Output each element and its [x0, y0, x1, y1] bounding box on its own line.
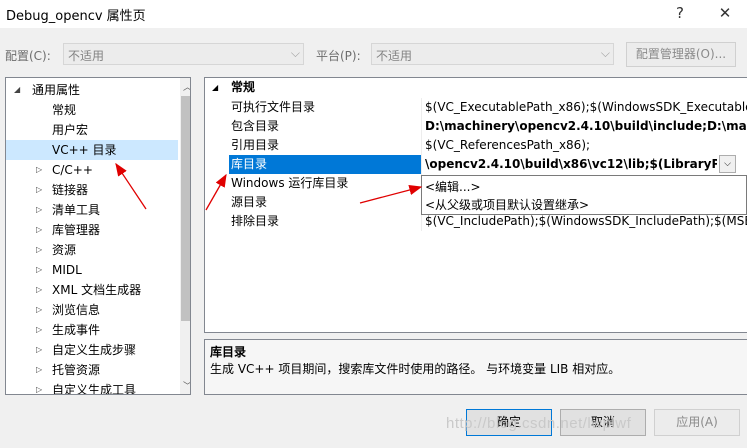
tree-item-label: XML 文档生成器 — [52, 283, 142, 297]
dropdown-button[interactable]: ⌵ — [719, 155, 736, 173]
tree-item[interactable]: ▷ 库管理器 — [6, 220, 178, 240]
grid-row[interactable]: 包含目录 D:\machinery\opencv2.4.10\build\incl… — [205, 117, 747, 136]
tree-item-label: MIDL — [52, 263, 82, 277]
grid-row[interactable]: 库目录 \opencv2.4.10\build\x86\vc12\lib;$(Li… — [205, 155, 747, 174]
property-value[interactable]: $(VC_ExecutablePath_x86);$(WindowsSDK_Ex… — [425, 98, 747, 117]
tree-item-label: 资源 — [52, 243, 77, 257]
property-name: 源目录 — [231, 195, 268, 209]
tree-item-label: VC++ 目录 — [52, 143, 117, 157]
tree-item[interactable]: 常规 — [6, 100, 178, 120]
tree-item[interactable]: ▷ 自定义生成步骤 — [6, 340, 178, 360]
expand-icon[interactable]: ▷ — [36, 360, 42, 380]
property-name: 可执行文件目录 — [231, 100, 316, 114]
expand-icon[interactable]: ▷ — [36, 340, 42, 360]
expand-icon[interactable]: ▷ — [36, 260, 42, 280]
chevron-down-icon: ⌵ — [600, 46, 610, 60]
watermark: http://blog.csdn.net/lwplwf — [446, 415, 632, 432]
scroll-down-icon[interactable]: ﹀ — [183, 379, 190, 392]
column-divider — [421, 117, 422, 136]
grid-row[interactable]: 可执行文件目录 $(VC_ExecutablePath_x86);$(Window… — [205, 98, 747, 117]
tree-item-label: 自定义生成工具 — [52, 383, 137, 395]
tree-item-label: 托管资源 — [52, 363, 101, 377]
tree-item-label: C/C++ — [52, 163, 93, 177]
expand-icon[interactable]: ▷ — [36, 200, 42, 220]
window-title: Debug_opencv 属性页 — [6, 9, 146, 24]
section-title: 常规 — [231, 80, 256, 94]
tree-item-label: 生成事件 — [52, 323, 101, 337]
expand-icon[interactable]: ▷ — [36, 320, 42, 340]
tree-item[interactable]: VC++ 目录 — [6, 140, 178, 160]
value-dropdown: <编辑...> <从父级或项目默认设置继承> — [421, 175, 747, 215]
apply-button[interactable]: 应用(A) — [654, 409, 740, 436]
tree-item-label: 通用属性 — [32, 83, 81, 97]
config-select[interactable]: 不适用 ⌵ — [63, 43, 304, 65]
column-divider — [421, 98, 422, 117]
tree-item[interactable]: ▷ MIDL — [6, 260, 178, 280]
collapse-icon[interactable]: ◢ — [212, 78, 218, 97]
chevron-down-icon: ⌵ — [724, 159, 731, 169]
description-panel: 库目录 生成 VC++ 项目期间，搜索库文件时使用的路径。 与环境变量 LIB … — [204, 339, 747, 395]
tree-item[interactable]: ▷ 生成事件 — [6, 320, 178, 340]
expand-icon[interactable]: ▷ — [36, 380, 42, 394]
expand-icon[interactable]: ▷ — [36, 280, 42, 300]
tree-item[interactable]: ▷ 自定义生成工具 — [6, 380, 178, 395]
expand-icon[interactable]: ▷ — [36, 300, 42, 320]
property-tree[interactable]: ◢ 通用属性常规用户宏 VC++ 目录 ▷ C/C++ ▷ 链接器 ▷ 清单工具 ▷ 库管理器 ▷ 资源… — [5, 77, 191, 395]
property-value[interactable]: \opencv2.4.10\build\x86\vc12\lib;$(Libra… — [425, 155, 717, 174]
platform-label: 平台(P): — [316, 49, 361, 63]
column-divider — [421, 136, 422, 155]
platform-select[interactable]: 不适用 ⌵ — [371, 43, 614, 65]
close-button[interactable]: ✕ — [706, 0, 744, 28]
dropdown-item-inherit[interactable]: <从父级或项目默认设置继承> — [425, 196, 589, 213]
tree-item-label: 链接器 — [52, 183, 89, 197]
tree-item[interactable]: ▷ 资源 — [6, 240, 178, 260]
collapse-icon[interactable]: ◢ — [14, 80, 20, 100]
tree-scrollbar-thumb[interactable] — [181, 96, 190, 321]
tree-item[interactable]: ◢ 通用属性 — [6, 80, 178, 100]
config-value: 不适用 — [68, 49, 105, 63]
dropdown-item-edit[interactable]: <编辑...> — [425, 178, 481, 195]
tree-item-label: 用户宏 — [52, 123, 89, 137]
tree-item-label: 常规 — [52, 103, 77, 117]
tree-item[interactable]: ▷ 链接器 — [6, 180, 178, 200]
title-bar: Debug_opencv 属性页 ? ✕ — [0, 0, 747, 28]
description-title: 库目录 — [210, 345, 247, 359]
tree-item[interactable]: 用户宏 — [6, 120, 178, 140]
tree-item[interactable]: ▷ XML 文档生成器 — [6, 280, 178, 300]
tree-item[interactable]: ▷ C/C++ — [6, 160, 178, 180]
grid-section-header[interactable]: ◢ 常规 — [205, 78, 747, 97]
help-button[interactable]: ? — [661, 0, 699, 28]
platform-value: 不适用 — [376, 49, 413, 63]
config-label: 配置(C): — [5, 49, 51, 63]
tree-item-label: 浏览信息 — [52, 303, 101, 317]
expand-icon[interactable]: ▷ — [36, 160, 42, 180]
expand-icon[interactable]: ▷ — [36, 220, 42, 240]
tree-item-label: 自定义生成步骤 — [52, 343, 137, 357]
chevron-down-icon: ⌵ — [290, 46, 300, 60]
tree-item[interactable]: ▷ 浏览信息 — [6, 300, 178, 320]
expand-icon[interactable]: ▷ — [36, 240, 42, 260]
column-divider — [421, 155, 422, 174]
tree-item-label: 库管理器 — [52, 223, 101, 237]
property-value[interactable]: $(VC_ReferencesPath_x86); — [425, 136, 747, 155]
grid-row[interactable]: 引用目录 $(VC_ReferencesPath_x86); — [205, 136, 747, 155]
tree-item[interactable]: ▷ 清单工具 — [6, 200, 178, 220]
tree-item-label: 清单工具 — [52, 203, 101, 217]
property-name: Windows 运行库目录 — [231, 176, 349, 190]
tree-item[interactable]: ▷ 托管资源 — [6, 360, 178, 380]
description-text: 生成 VC++ 项目期间，搜索库文件时使用的路径。 与环境变量 LIB 相对应。 — [210, 362, 621, 376]
property-name: 排除目录 — [231, 214, 280, 228]
property-value[interactable]: D:\machinery\opencv2.4.10\build\include;… — [425, 117, 747, 136]
config-manager-button[interactable]: 配置管理器(O)... — [626, 42, 736, 67]
scroll-up-icon[interactable]: ︿ — [183, 80, 190, 93]
property-name: 库目录 — [229, 155, 421, 174]
property-name: 包含目录 — [231, 119, 280, 133]
expand-icon[interactable]: ▷ — [36, 180, 42, 200]
property-name: 引用目录 — [231, 138, 280, 152]
